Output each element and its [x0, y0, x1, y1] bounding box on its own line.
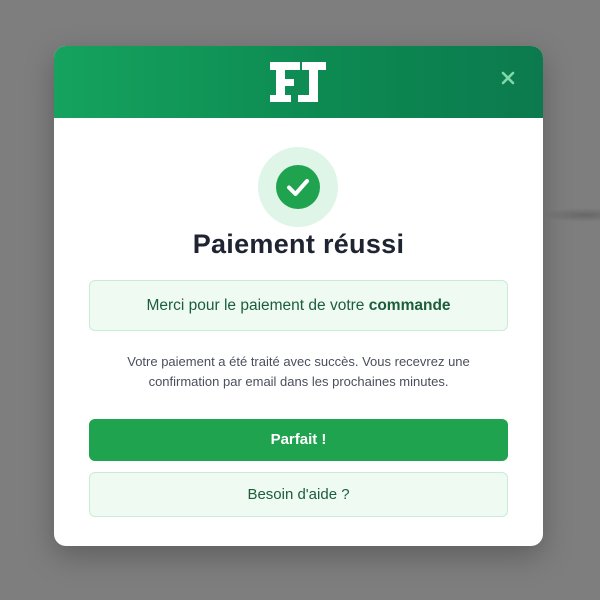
help-button[interactable]: Besoin d'aide ? — [89, 472, 508, 517]
dialog-title: Paiement réussi — [192, 229, 405, 259]
payment-description: Votre paiement a été traité avec succès.… — [79, 352, 518, 392]
description-line-1: Votre paiement a été traité avec succès.… — [127, 354, 470, 369]
brand-logo — [270, 62, 326, 102]
payment-success-dialog: Paiement réussi Merci pour le paiement d… — [54, 46, 543, 546]
success-badge — [258, 147, 338, 227]
thanks-text: Merci pour le paiement de votre — [146, 297, 369, 314]
close-icon — [501, 71, 515, 85]
thanks-message: Merci pour le paiement de votre commande — [89, 280, 508, 331]
dialog-header — [54, 46, 543, 118]
description-line-2: confirmation par email dans les prochain… — [148, 374, 449, 389]
confirm-button[interactable]: Parfait ! — [89, 419, 508, 461]
check-circle-icon — [276, 165, 320, 209]
thanks-highlight: commande — [368, 297, 451, 314]
close-button[interactable] — [494, 64, 522, 92]
